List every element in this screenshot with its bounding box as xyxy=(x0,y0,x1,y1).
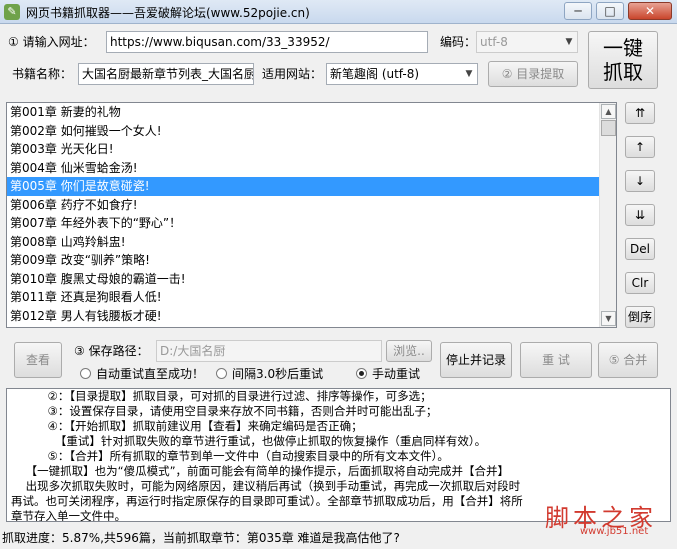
log-line: ②：【目录提取】抓取目录，可对抓的目录进行过滤、排序等操作，可多选； xyxy=(11,389,432,403)
log-line: ④：【开始抓取】抓取前建议用【查看】来确定编码是否正确； xyxy=(11,419,363,433)
list-item[interactable]: 第006章 药疗不如食疗! xyxy=(7,196,616,215)
site-value: 新笔趣阁 (utf-8) xyxy=(330,67,420,81)
move-down-button[interactable]: ↓ xyxy=(625,170,655,192)
radio-manual-retry[interactable] xyxy=(356,368,367,379)
list-item[interactable]: 第013章 八大菜系厨王争霸赛! xyxy=(7,325,616,327)
list-item[interactable]: 第004章 仙米雪蛤金汤! xyxy=(7,159,616,178)
chapter-list[interactable]: 第001章 新妻的礼物 第002章 如何摧毁一个女人! 第003章 光天化日! 第00… xyxy=(6,102,617,328)
log-line: 【重试】针对抓取失败的章节进行重试，也做停止抓取的恢复操作（重启同样有效）。 xyxy=(11,434,487,448)
url-input[interactable]: https://www.biqusan.com/33_33952/ xyxy=(106,31,428,53)
chevron-down-icon: ▼ xyxy=(465,69,473,79)
grab-button-line2: 抓取 xyxy=(603,60,643,84)
book-icon: ✎ xyxy=(4,4,20,20)
radio-auto-retry-label: 自动重试直至成功！ xyxy=(96,367,205,381)
delete-button[interactable]: Del xyxy=(625,238,655,260)
move-top-button[interactable]: ⇈ xyxy=(625,102,655,124)
move-up-button[interactable]: ↑ xyxy=(625,136,655,158)
site-select[interactable]: 新笔趣阁 (utf-8) ▼ xyxy=(326,63,478,85)
encoding-value: utf-8 xyxy=(480,35,508,49)
retry-button[interactable]: 重 试 xyxy=(520,342,592,378)
chapter-list-scrollbar[interactable]: ▲ ▼ xyxy=(599,103,616,327)
log-line: 出现多次抓取失败时，可能为网络原因，建议稍后再试（换到手动重试，再完成一次抓取后… xyxy=(11,479,521,493)
log-line: ⑤：【合并】所有抓取的章节到单一文件中（自动搜索目录中的所有文本文件）。 xyxy=(11,449,449,463)
reverse-order-button[interactable]: 倒序 xyxy=(625,306,655,328)
save-path-input[interactable]: D:/大国名厨 xyxy=(156,340,382,362)
move-bottom-button[interactable]: ⇊ xyxy=(625,204,655,226)
list-item[interactable]: 第005章 你们是故意碰瓷! xyxy=(7,177,616,196)
save-path-label: ③ 保存路径： xyxy=(74,344,149,358)
minimize-button[interactable]: ─ xyxy=(564,2,592,20)
browse-button[interactable]: 浏览.. xyxy=(386,340,432,362)
scroll-thumb[interactable] xyxy=(601,120,616,136)
watermark-url: www.jb51.net xyxy=(580,526,649,537)
close-button[interactable]: ✕ xyxy=(628,2,672,20)
list-item[interactable]: 第007章 年经外表下的“野心”！ xyxy=(7,214,616,233)
grab-button-line1: 一键 xyxy=(603,36,643,60)
clear-button[interactable]: Clr xyxy=(625,272,655,294)
list-item[interactable]: 第011章 还真是狗眼看人低! xyxy=(7,288,616,307)
list-item[interactable]: 第001章 新妻的礼物 xyxy=(7,103,616,122)
list-item[interactable]: 第010章 腹黑丈母娘的霸道一击! xyxy=(7,270,616,289)
log-line: ③：设置保存目录，请使用空目录来存放不同书籍，否则合并时可能出乱子； xyxy=(11,404,438,418)
book-name-input[interactable]: 大国名厨最新章节列表_大国名厨 xyxy=(78,63,254,85)
radio-manual-retry-label: 手动重试 xyxy=(372,367,421,381)
stop-and-record-button[interactable]: 停止并记录 xyxy=(440,342,512,378)
window-title: 网页书籍抓取器——吾爱破解论坛(www.52pojie.cn) xyxy=(26,6,310,20)
list-item[interactable]: 第012章 男人有钱腰板才硬! xyxy=(7,307,616,326)
one-click-grab-button[interactable]: 一键 抓取 xyxy=(588,31,658,89)
list-item[interactable]: 第002章 如何摧毁一个女人! xyxy=(7,122,616,141)
list-item[interactable]: 第009章 改变“驯养”策略! xyxy=(7,251,616,270)
view-button[interactable]: 查看 xyxy=(14,342,62,378)
chapter-items: 第001章 新妻的礼物 第002章 如何摧毁一个女人! 第003章 光天化日! 第00… xyxy=(7,103,616,327)
radio-interval-retry-label: 间隔3.0秒后重试 xyxy=(232,367,324,381)
encoding-label: 编码： xyxy=(440,35,477,49)
site-label: 适用网站： xyxy=(262,67,323,81)
encoding-select[interactable]: utf-8 ▼ xyxy=(476,31,578,53)
scroll-down-icon[interactable]: ▼ xyxy=(601,311,616,326)
chevron-down-icon: ▼ xyxy=(565,37,573,47)
radio-auto-retry[interactable] xyxy=(80,368,91,379)
log-line: 【一键抓取】也为“傻瓜模式”，前面可能会有简单的操作提示，后面抓取将自动完成并【… xyxy=(11,464,510,478)
radio-interval-retry[interactable] xyxy=(216,368,227,379)
extract-toc-button[interactable]: ② 目录提取 xyxy=(488,61,578,87)
url-label: ① 请输入网址： xyxy=(8,35,95,49)
scroll-up-icon[interactable]: ▲ xyxy=(601,104,616,119)
list-item[interactable]: 第003章 光天化日! xyxy=(7,140,616,159)
merge-button[interactable]: ⑤ 合并 xyxy=(598,342,658,378)
list-item[interactable]: 第008章 山鸡羚斛盅! xyxy=(7,233,616,252)
maximize-button[interactable]: □ xyxy=(596,2,624,20)
book-name-label: 书籍名称： xyxy=(12,67,73,81)
